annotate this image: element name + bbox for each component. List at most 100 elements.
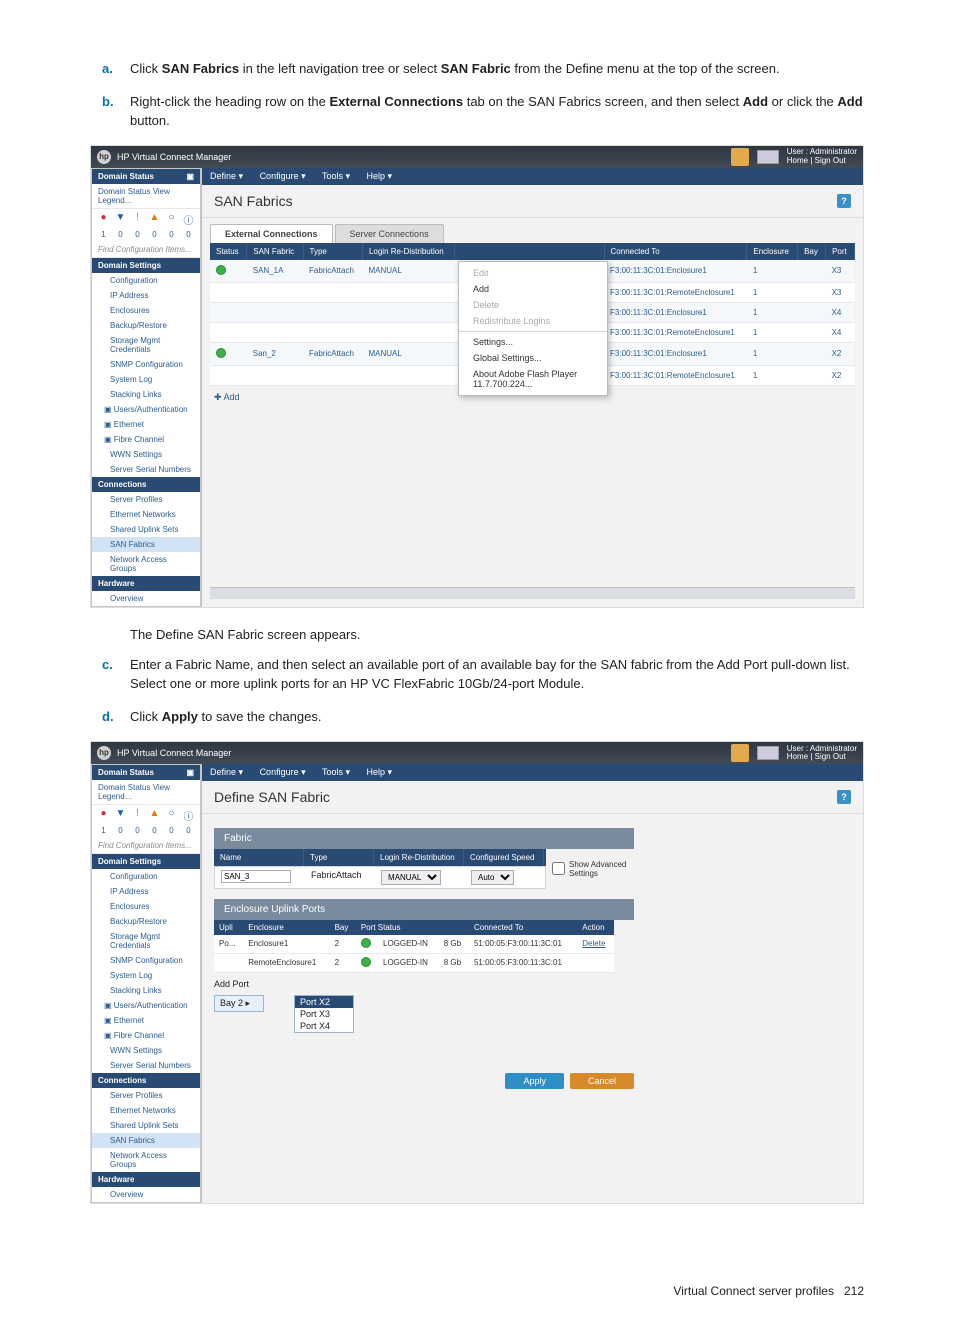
flag-icon[interactable] [757, 746, 779, 760]
sidebar-item[interactable]: WWN Settings [92, 447, 200, 462]
port-option[interactable]: Port X2 [295, 996, 353, 1008]
col-bay[interactable]: Bay [798, 243, 826, 260]
sidebar-item[interactable]: Shared Uplink Sets [92, 522, 200, 537]
sidebar-item[interactable]: ▣ Fibre Channel [92, 432, 200, 447]
col-type[interactable]: Type [303, 243, 362, 260]
step-a-marker: a. [102, 60, 113, 79]
sidebar-item[interactable]: ▣ Ethernet [92, 417, 200, 432]
col-san-fabric[interactable]: SAN Fabric [247, 243, 303, 260]
menu-tools[interactable]: Tools ▾ [322, 767, 350, 777]
sidebar-item[interactable]: SNMP Configuration [92, 357, 200, 372]
hp-logo-icon: hp [97, 150, 111, 164]
flag-icon[interactable] [757, 150, 779, 164]
login-dist-select[interactable]: MANUAL [381, 870, 441, 885]
uplink-row[interactable]: RemoteEnclosure12 LOGGED-IN8 Gb51:00:05:… [214, 953, 614, 972]
home-icon[interactable] [731, 148, 749, 166]
sidebar: Domain Status▣ Domain Status View Legend… [91, 168, 201, 607]
hardware-header[interactable]: Hardware [92, 1172, 200, 1187]
ctx-global-settings[interactable]: Global Settings... [459, 350, 607, 366]
apply-button[interactable]: Apply [505, 1073, 564, 1089]
menu-define[interactable]: Define ▾ [210, 767, 243, 777]
sidebar-item[interactable]: Ethernet Networks [92, 1103, 200, 1118]
col-enclosure[interactable]: Enclosure [747, 243, 798, 260]
sidebar-item[interactable]: Backup/Restore [92, 914, 200, 929]
cancel-button[interactable]: Cancel [570, 1073, 634, 1089]
sidebar-item[interactable]: SNMP Configuration [92, 953, 200, 968]
sidebar-item[interactable]: ▣ Fibre Channel [92, 1028, 200, 1043]
sidebar-item[interactable]: Storage Mgmt Credentials [92, 929, 200, 953]
sidebar-item[interactable]: Shared Uplink Sets [92, 1118, 200, 1133]
bay-select[interactable]: Bay 2 ▸ [214, 995, 264, 1012]
sidebar-item[interactable]: Enclosures [92, 303, 200, 318]
sidebar-item[interactable]: Configuration [92, 273, 200, 288]
col-status[interactable]: Status [210, 243, 247, 260]
connections-header[interactable]: Connections [92, 1073, 200, 1088]
sidebar-item[interactable]: Enclosures [92, 899, 200, 914]
sidebar-item[interactable]: Ethernet Networks [92, 507, 200, 522]
help-icon[interactable]: ? [837, 790, 851, 804]
col-speed: Configured Speed [464, 849, 544, 866]
search-input[interactable]: Find Configuration Items... [92, 242, 200, 258]
domain-settings-header[interactable]: Domain Settings [92, 258, 200, 273]
sidebar-item[interactable]: Server Serial Numbers [92, 462, 200, 477]
menu-help[interactable]: Help ▾ [367, 767, 393, 777]
delete-link[interactable]: Delete [582, 939, 605, 948]
domain-status-link[interactable]: Domain Status View Legend... [98, 783, 194, 801]
sidebar-item[interactable]: System Log [92, 968, 200, 983]
sidebar-item-san-fabrics[interactable]: SAN Fabrics [92, 537, 200, 552]
sidebar-item-san-fabrics[interactable]: SAN Fabrics [92, 1133, 200, 1148]
connections-header[interactable]: Connections [92, 477, 200, 492]
collapse-icon[interactable]: ▣ [186, 768, 194, 777]
ctx-settings[interactable]: Settings... [459, 334, 607, 350]
hardware-header[interactable]: Hardware [92, 576, 200, 591]
sidebar-item[interactable]: Storage Mgmt Credentials [92, 333, 200, 357]
sidebar: Domain Status▣ Domain Status View Legend… [91, 764, 201, 1203]
sidebar-item[interactable]: System Log [92, 372, 200, 387]
uplink-row[interactable]: Po...Enclosure12 LOGGED-IN8 Gb51:00:05:F… [214, 935, 614, 954]
sidebar-item[interactable]: ▣ Users/Authentication [92, 402, 200, 417]
ctx-about-flash[interactable]: About Adobe Flash Player 11.7.700.224... [459, 366, 607, 392]
tab-server-connections[interactable]: Server Connections [335, 224, 444, 243]
sidebar-item[interactable]: IP Address [92, 288, 200, 303]
sidebar-item[interactable]: Network Access Groups [92, 1148, 200, 1172]
sidebar-item[interactable]: Stacking Links [92, 387, 200, 402]
sidebar-item[interactable]: Stacking Links [92, 983, 200, 998]
col-connected[interactable]: Connected To [604, 243, 747, 260]
menu-help[interactable]: Help ▾ [367, 171, 393, 181]
port-option[interactable]: Port X3 [295, 1008, 353, 1020]
context-menu: Edit Add Delete Redistribute Logins Sett… [458, 261, 608, 396]
sidebar-item[interactable]: Overview [92, 1187, 200, 1202]
sidebar-item[interactable]: WWN Settings [92, 1043, 200, 1058]
sidebar-item[interactable]: Network Access Groups [92, 552, 200, 576]
sidebar-item[interactable]: ▣ Users/Authentication [92, 998, 200, 1013]
scrollbar[interactable] [210, 587, 855, 599]
menu-configure[interactable]: Configure ▾ [260, 171, 306, 181]
port-option[interactable]: Port X4 [295, 1020, 353, 1032]
domain-settings-header[interactable]: Domain Settings [92, 854, 200, 869]
collapse-icon[interactable]: ▣ [186, 172, 194, 181]
menu-define[interactable]: Define ▾ [210, 171, 243, 181]
col-port[interactable]: Port [826, 243, 855, 260]
ctx-add[interactable]: Add [459, 281, 607, 297]
sidebar-item[interactable]: Server Profiles [92, 1088, 200, 1103]
menu-configure[interactable]: Configure ▾ [260, 767, 306, 777]
speed-select[interactable]: Auto [471, 870, 514, 885]
sidebar-item[interactable]: Server Serial Numbers [92, 1058, 200, 1073]
menu-tools[interactable]: Tools ▾ [322, 171, 350, 181]
fabric-type-cell: FabricAttach [305, 867, 375, 888]
col-login[interactable]: Login Re-Distribution [362, 243, 454, 260]
domain-status-link[interactable]: Domain Status View Legend... [98, 187, 194, 205]
help-icon[interactable]: ? [837, 194, 851, 208]
uplink-ports-table: UpliEnclosureBayPort StatusConnected ToA… [214, 920, 614, 973]
fabric-name-input[interactable] [221, 870, 291, 883]
adv-settings-checkbox[interactable] [552, 862, 565, 875]
search-input[interactable]: Find Configuration Items... [92, 838, 200, 854]
home-icon[interactable] [731, 744, 749, 762]
sidebar-item[interactable]: Backup/Restore [92, 318, 200, 333]
sidebar-item[interactable]: Server Profiles [92, 492, 200, 507]
sidebar-item[interactable]: Configuration [92, 869, 200, 884]
tab-external-connections[interactable]: External Connections [210, 224, 333, 243]
sidebar-item[interactable]: ▣ Ethernet [92, 1013, 200, 1028]
sidebar-item[interactable]: Overview [92, 591, 200, 606]
sidebar-item[interactable]: IP Address [92, 884, 200, 899]
